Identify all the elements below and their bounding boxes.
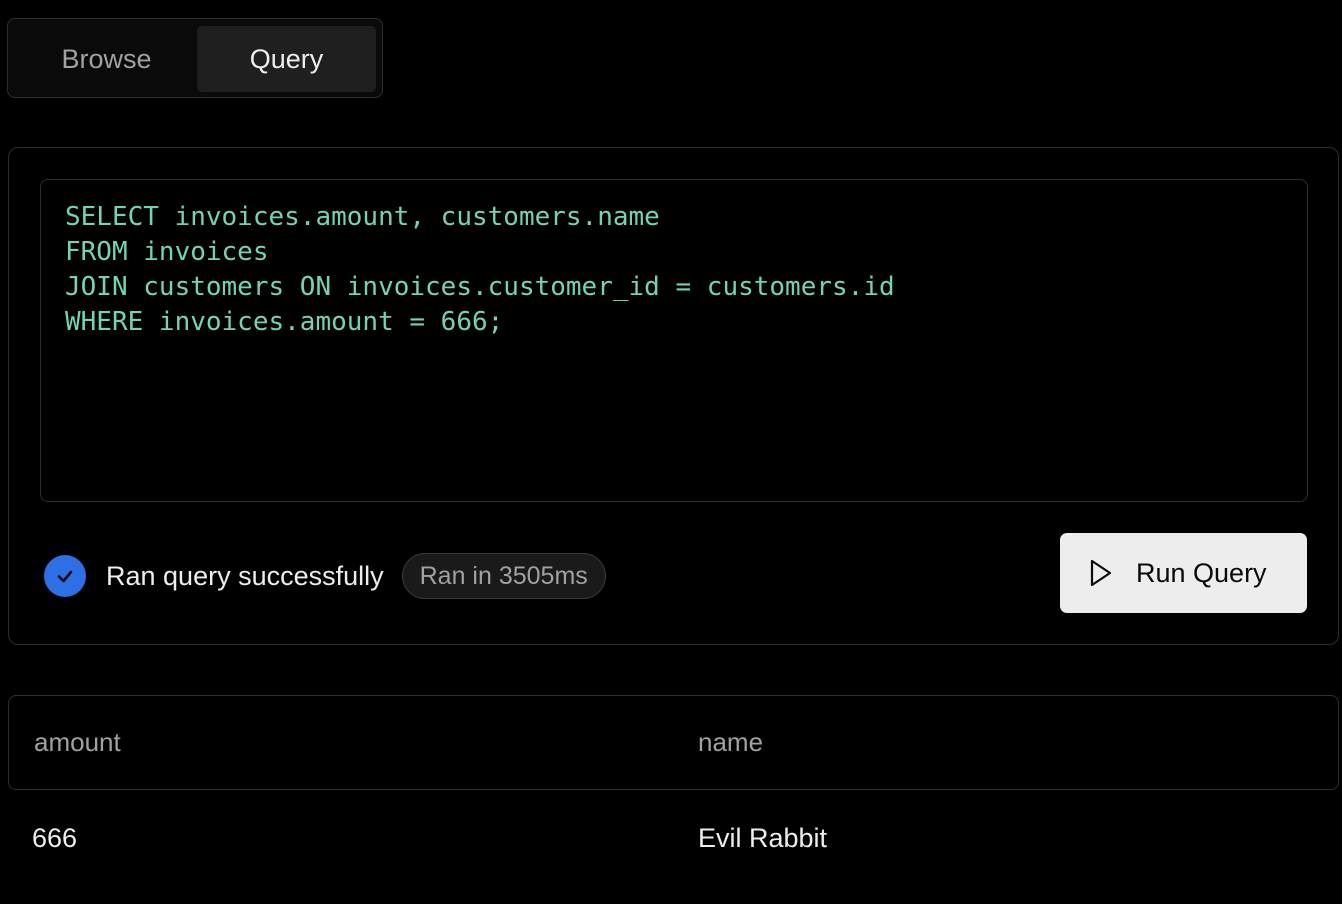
code-line: JOIN customers ON invoices.customer_id =… [65,272,895,302]
query-page: Browse Query SELECT invoices.amount, cus… [0,0,1342,904]
code-line: FROM invoices [65,237,269,267]
column-header-amount: amount [34,726,121,757]
run-query-button[interactable]: Run Query [1060,533,1307,613]
query-status: Ran query successfully Ran in 3505ms [44,552,606,600]
run-query-label: Run Query [1136,557,1267,588]
play-icon [1088,558,1114,588]
query-card: SELECT invoices.amount, customers.name F… [8,147,1339,645]
tab-browse[interactable]: Browse [16,26,197,92]
column-header-name: name [698,726,764,757]
cell-name: Evil Rabbit [698,822,828,853]
tab-query[interactable]: Query [197,26,376,92]
results-table-header: amount name [8,695,1339,790]
view-tabs: Browse Query [7,18,383,98]
code-line: WHERE invoices.amount = 666; [65,307,504,337]
table-row: 666 Evil Rabbit [8,800,1339,876]
check-icon [44,555,86,597]
sql-editor[interactable]: SELECT invoices.amount, customers.name F… [40,179,1308,502]
duration-badge: Ran in 3505ms [401,553,606,599]
code-line: SELECT invoices.amount, customers.name [65,202,660,232]
cell-amount: 666 [32,822,78,853]
status-message: Ran query successfully [106,560,384,591]
